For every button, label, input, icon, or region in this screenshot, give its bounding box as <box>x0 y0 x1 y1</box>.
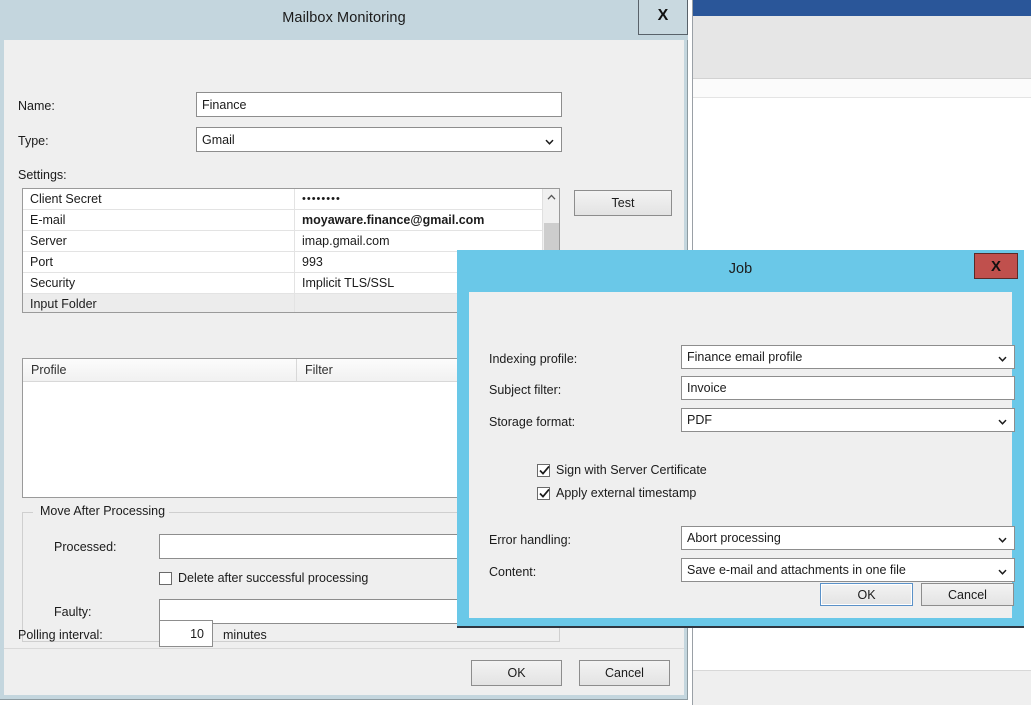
sign-with-server-certificate-checkbox[interactable]: Sign with Server Certificate <box>537 463 707 477</box>
checkbox-box <box>537 487 550 500</box>
chevron-down-icon <box>998 566 1007 575</box>
polling-interval-unit: minutes <box>223 628 267 642</box>
storage-format-value: PDF <box>687 413 712 427</box>
faulty-label: Faulty: <box>54 605 92 619</box>
type-select[interactable]: Gmail <box>196 127 562 152</box>
apply-external-timestamp-checkbox[interactable]: Apply external timestamp <box>537 486 696 500</box>
apply-external-timestamp-label: Apply external timestamp <box>556 486 696 500</box>
settings-row-key: Port <box>23 252 295 272</box>
sign-with-server-certificate-label: Sign with Server Certificate <box>556 463 707 477</box>
job-dialog-body: Indexing profile: Finance email profile … <box>469 292 1012 618</box>
settings-row-key: Input Folder <box>23 294 295 313</box>
type-select-value: Gmail <box>202 133 235 147</box>
type-label: Type: <box>18 134 49 148</box>
close-icon[interactable]: X <box>638 0 688 35</box>
job-dialog: Job X Indexing profile: Finance email pr… <box>457 250 1024 628</box>
storage-format-select[interactable]: PDF <box>681 408 1015 432</box>
storage-format-label: Storage format: <box>489 415 575 429</box>
job-cancel-button[interactable]: Cancel <box>921 583 1014 606</box>
chevron-down-icon <box>998 534 1007 543</box>
job-dialog-titlebar[interactable]: Job <box>457 250 1024 292</box>
indexing-profile-label: Indexing profile: <box>489 352 577 366</box>
name-label: Name: <box>18 99 55 113</box>
background-window-titlebar <box>693 0 1031 16</box>
polling-interval-input[interactable]: 10 <box>159 620 213 647</box>
delete-after-processing-label: Delete after successful processing <box>178 571 368 585</box>
settings-row[interactable]: Client Secret•••••••• <box>23 189 559 210</box>
settings-row[interactable]: Serverimap.gmail.com <box>23 231 559 252</box>
error-handling-value: Abort processing <box>687 531 781 545</box>
settings-label: Settings: <box>18 168 67 182</box>
error-handling-label: Error handling: <box>489 533 571 547</box>
dialog-divider <box>4 648 684 649</box>
polling-interval-label: Polling interval: <box>18 628 103 642</box>
settings-row-value: imap.gmail.com <box>295 231 559 251</box>
mailbox-dialog-title: Mailbox Monitoring <box>0 10 688 26</box>
chevron-down-icon <box>998 353 1007 362</box>
settings-row-value: moyaware.finance@gmail.com <box>295 210 559 230</box>
checkbox-box <box>537 464 550 477</box>
subject-filter-input[interactable]: Invoice <box>681 376 1015 400</box>
close-icon[interactable]: X <box>974 253 1018 279</box>
name-input[interactable]: Finance <box>196 92 562 117</box>
group-border-left <box>23 512 33 513</box>
move-after-processing-legend: Move After Processing <box>36 504 169 518</box>
indexing-profile-select[interactable]: Finance email profile <box>681 345 1015 369</box>
content-label: Content: <box>489 565 536 579</box>
test-button[interactable]: Test <box>574 190 672 216</box>
ok-button[interactable]: OK <box>471 660 562 686</box>
column-header-profile[interactable]: Profile <box>23 359 297 381</box>
settings-row-key: Server <box>23 231 295 251</box>
delete-after-processing-checkbox[interactable]: Delete after successful processing <box>159 571 368 585</box>
mailbox-dialog-titlebar[interactable]: Mailbox Monitoring <box>0 0 688 40</box>
settings-row[interactable]: E-mailmoyaware.finance@gmail.com <box>23 210 559 231</box>
job-dialog-title: Job <box>457 261 1024 277</box>
job-ok-button[interactable]: OK <box>820 583 913 606</box>
settings-row-key: E-mail <box>23 210 295 230</box>
cancel-button[interactable]: Cancel <box>579 660 670 686</box>
settings-row-key: Security <box>23 273 295 293</box>
settings-row-key: Client Secret <box>23 189 295 209</box>
content-select[interactable]: Save e-mail and attachments in one file <box>681 558 1015 582</box>
error-handling-select[interactable]: Abort processing <box>681 526 1015 550</box>
content-value: Save e-mail and attachments in one file <box>687 563 906 577</box>
processed-label: Processed: <box>54 540 117 554</box>
checkbox-box <box>159 572 172 585</box>
background-window-ribbon <box>693 16 1031 79</box>
background-window-footer <box>693 671 1031 705</box>
subject-filter-label: Subject filter: <box>489 383 561 397</box>
background-window-subbar <box>693 79 1031 98</box>
settings-row-value: •••••••• <box>295 189 559 209</box>
scroll-up-icon[interactable] <box>543 189 559 206</box>
chevron-down-icon <box>545 135 554 144</box>
indexing-profile-value: Finance email profile <box>687 350 802 364</box>
chevron-down-icon <box>998 416 1007 425</box>
